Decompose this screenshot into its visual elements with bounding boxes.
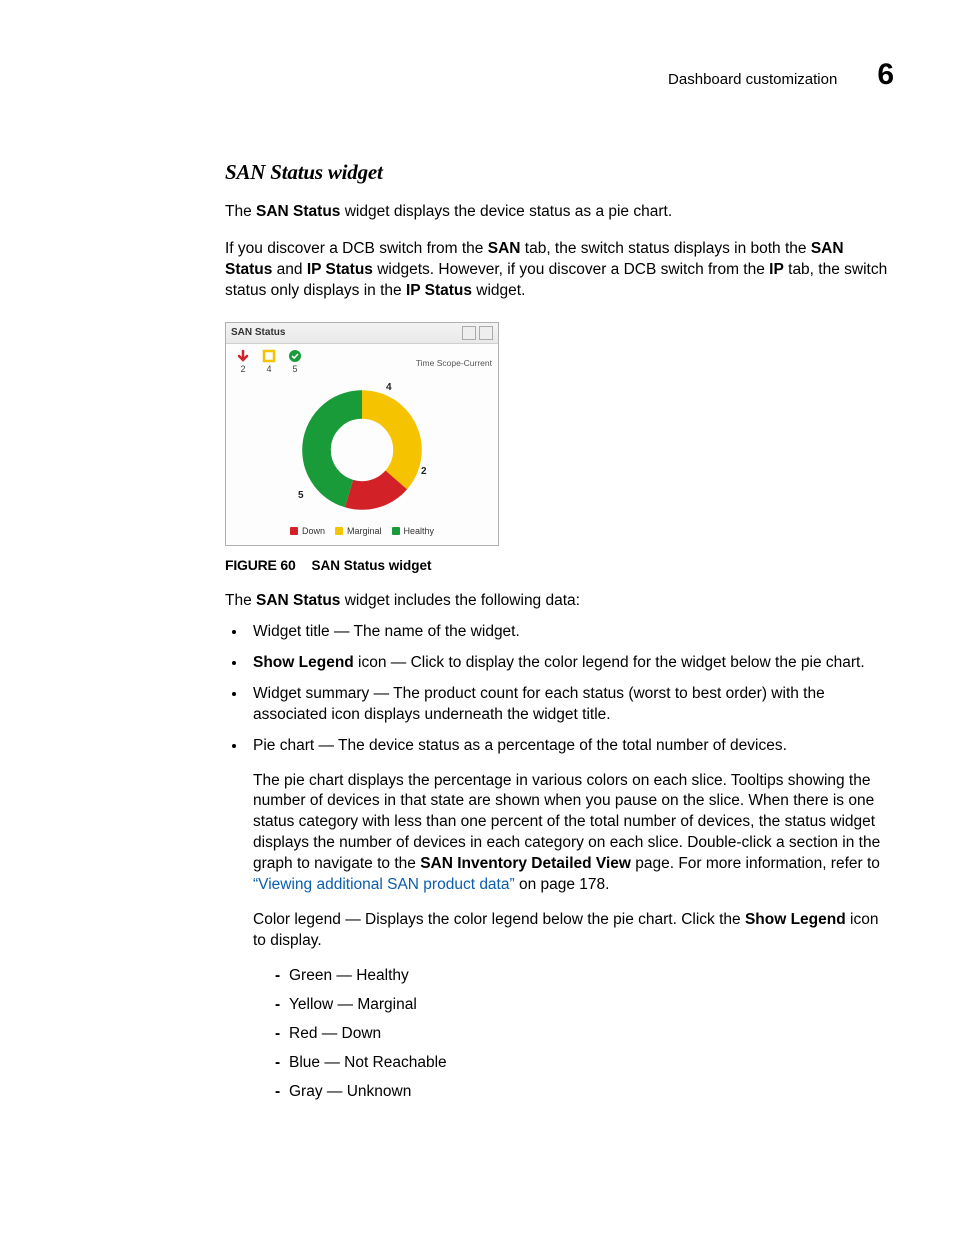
time-scope-label: Time Scope-Current — [416, 358, 492, 369]
slice-label-marginal: 4 — [386, 381, 392, 395]
text: The — [225, 592, 256, 609]
link-viewing-san-data[interactable]: “Viewing additional SAN product data” — [253, 876, 515, 893]
bold-text: SAN Inventory Detailed View — [420, 855, 631, 872]
bold-text: SAN Status — [256, 592, 340, 609]
down-arrow-icon — [236, 349, 250, 363]
titlebar-icon[interactable] — [479, 326, 493, 340]
legend-marginal-label: Marginal — [347, 525, 382, 537]
bullet-list: Widget title — The name of the widget. S… — [225, 622, 894, 1103]
text: Widget title — The name of the widget. — [253, 623, 520, 640]
healthy-check-icon — [288, 349, 302, 363]
list-item: Red — Down — [275, 1024, 894, 1045]
text: The — [225, 203, 256, 220]
list-item: Widget summary — The product count for e… — [247, 684, 894, 726]
figure-san-status-widget: SAN Status 2 4 5 Time Scope-Current — [225, 322, 499, 546]
text: If you discover a DCB switch from the — [225, 240, 488, 257]
list-item-subparagraph: The pie chart displays the percentage in… — [253, 771, 894, 897]
text: icon — Click to display the color legend… — [354, 654, 865, 671]
section-title: SAN Status widget — [225, 158, 894, 186]
figure-caption: FIGURE 60 SAN Status widget — [225, 556, 894, 575]
bold-text: SAN — [488, 240, 521, 257]
list-item: Green — Healthy — [275, 966, 894, 987]
legend-swatch-marginal — [335, 527, 343, 535]
widget-legend: Down Marginal Healthy — [226, 525, 498, 545]
widget-summary: 2 4 5 Time Scope-Current — [226, 344, 498, 375]
text: Color legend — Displays the color legend… — [253, 911, 745, 928]
list-item: Blue — Not Reachable — [275, 1053, 894, 1074]
header-text: Dashboard customization — [668, 70, 837, 90]
text: widget includes the following data: — [340, 592, 580, 609]
slice-label-healthy: 5 — [298, 489, 304, 503]
bold-text: IP Status — [406, 282, 472, 299]
bold-text: Show Legend — [253, 654, 354, 671]
summary-healthy-count: 5 — [292, 363, 297, 375]
list-item: Pie chart — The device status as a perce… — [247, 736, 894, 1103]
bold-text: IP — [769, 261, 784, 278]
text: Pie chart — The device status as a perce… — [253, 737, 787, 754]
pie-chart: 4 2 5 — [226, 375, 498, 525]
figure-caption-label: FIGURE 60 — [225, 557, 296, 573]
text: on page 178. — [515, 876, 610, 893]
text: widget. — [472, 282, 525, 299]
widget-title: SAN Status — [231, 326, 285, 340]
text: widget displays the device status as a p… — [340, 203, 672, 220]
list-item-subparagraph: Color legend — Displays the color legend… — [253, 910, 894, 952]
text: widgets. However, if you discover a DCB … — [373, 261, 769, 278]
paragraph-dcb: If you discover a DCB switch from the SA… — [225, 239, 894, 302]
legend-healthy-label: Healthy — [404, 525, 435, 537]
summary-down-count: 2 — [240, 363, 245, 375]
list-item: Show Legend icon — Click to display the … — [247, 653, 894, 674]
slice-label-down: 2 — [421, 465, 427, 479]
dash-list: Green — Healthy Yellow — Marginal Red — … — [253, 966, 894, 1103]
text: and — [272, 261, 306, 278]
marginal-square-icon — [262, 349, 276, 363]
list-item: Gray — Unknown — [275, 1082, 894, 1103]
chapter-number: 6 — [877, 55, 894, 96]
widget-titlebar: SAN Status — [226, 323, 498, 344]
bold-text: IP Status — [307, 261, 373, 278]
list-item: Widget title — The name of the widget. — [247, 622, 894, 643]
text: page. For more information, refer to — [631, 855, 880, 872]
paragraph-includes: The SAN Status widget includes the follo… — [225, 591, 894, 612]
show-legend-icon[interactable] — [462, 326, 476, 340]
figure-caption-text: SAN Status widget — [311, 558, 431, 573]
text: tab, the switch status displays in both … — [520, 240, 810, 257]
bold-text: Show Legend — [745, 911, 846, 928]
paragraph-intro: The SAN Status widget displays the devic… — [225, 202, 894, 223]
legend-swatch-healthy — [392, 527, 400, 535]
text: Widget summary — The product count for e… — [253, 685, 825, 723]
list-item: Yellow — Marginal — [275, 995, 894, 1016]
legend-down-label: Down — [302, 525, 325, 537]
summary-marginal-count: 4 — [266, 363, 271, 375]
legend-swatch-down — [290, 527, 298, 535]
bold-text: SAN Status — [256, 203, 340, 220]
